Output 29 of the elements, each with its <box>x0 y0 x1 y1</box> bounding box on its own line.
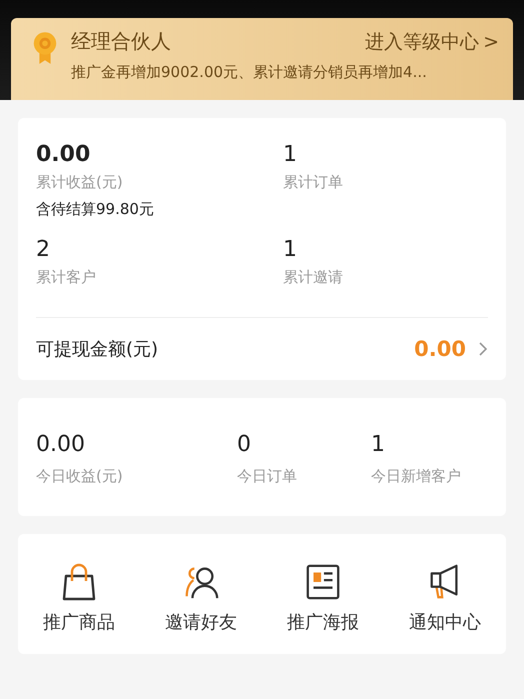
poster-icon <box>304 562 342 602</box>
stat-label: 累计收益(元) <box>36 173 124 192</box>
shortcut-item[interactable]: 通知中心 <box>384 562 506 634</box>
stat-value: 0.00 <box>36 142 92 167</box>
stat-note: 含待结算99.80元 <box>36 200 155 219</box>
stat-label: 累计邀请 <box>283 268 344 287</box>
shortcut-item[interactable]: 推广海报 <box>262 562 384 634</box>
withdrawable-amount: 0.00 <box>414 337 466 361</box>
stat-value: 1 <box>283 142 298 167</box>
level-banner[interactable]: 经理合伙人 进入等级中心 > 推广金再增加9002.00元、累计邀请分销员再增加4... <box>11 18 513 100</box>
stat-value: 1 <box>283 237 298 262</box>
stat-value: 0.00 <box>36 432 86 457</box>
shortcut-item[interactable]: 邀请好友 <box>140 562 262 634</box>
withdrawable-row[interactable]: 可提现金额(元) 0.00 <box>36 317 488 380</box>
stat-label: 今日新增客户 <box>371 467 462 486</box>
level-title: 经理合伙人 <box>71 28 171 55</box>
shopping-bag-icon <box>60 562 98 602</box>
level-center-link[interactable]: 进入等级中心 > <box>365 28 499 54</box>
stat-value: 1 <box>371 432 386 457</box>
stat-label: 今日订单 <box>237 467 298 486</box>
chevron-right-icon <box>478 341 488 357</box>
stat-label: 累计订单 <box>283 173 344 192</box>
level-description: 推广金再增加9002.00元、累计邀请分销员再增加4... <box>71 63 428 82</box>
stat-value: 0 <box>237 432 252 457</box>
stat-value: 2 <box>36 237 51 262</box>
stat-label: 累计客户 <box>36 268 97 287</box>
shortcut-item[interactable]: 推广商品 <box>18 562 140 634</box>
withdrawable-label: 可提现金额(元) <box>36 338 160 361</box>
stat-label: 今日收益(元) <box>36 467 124 486</box>
